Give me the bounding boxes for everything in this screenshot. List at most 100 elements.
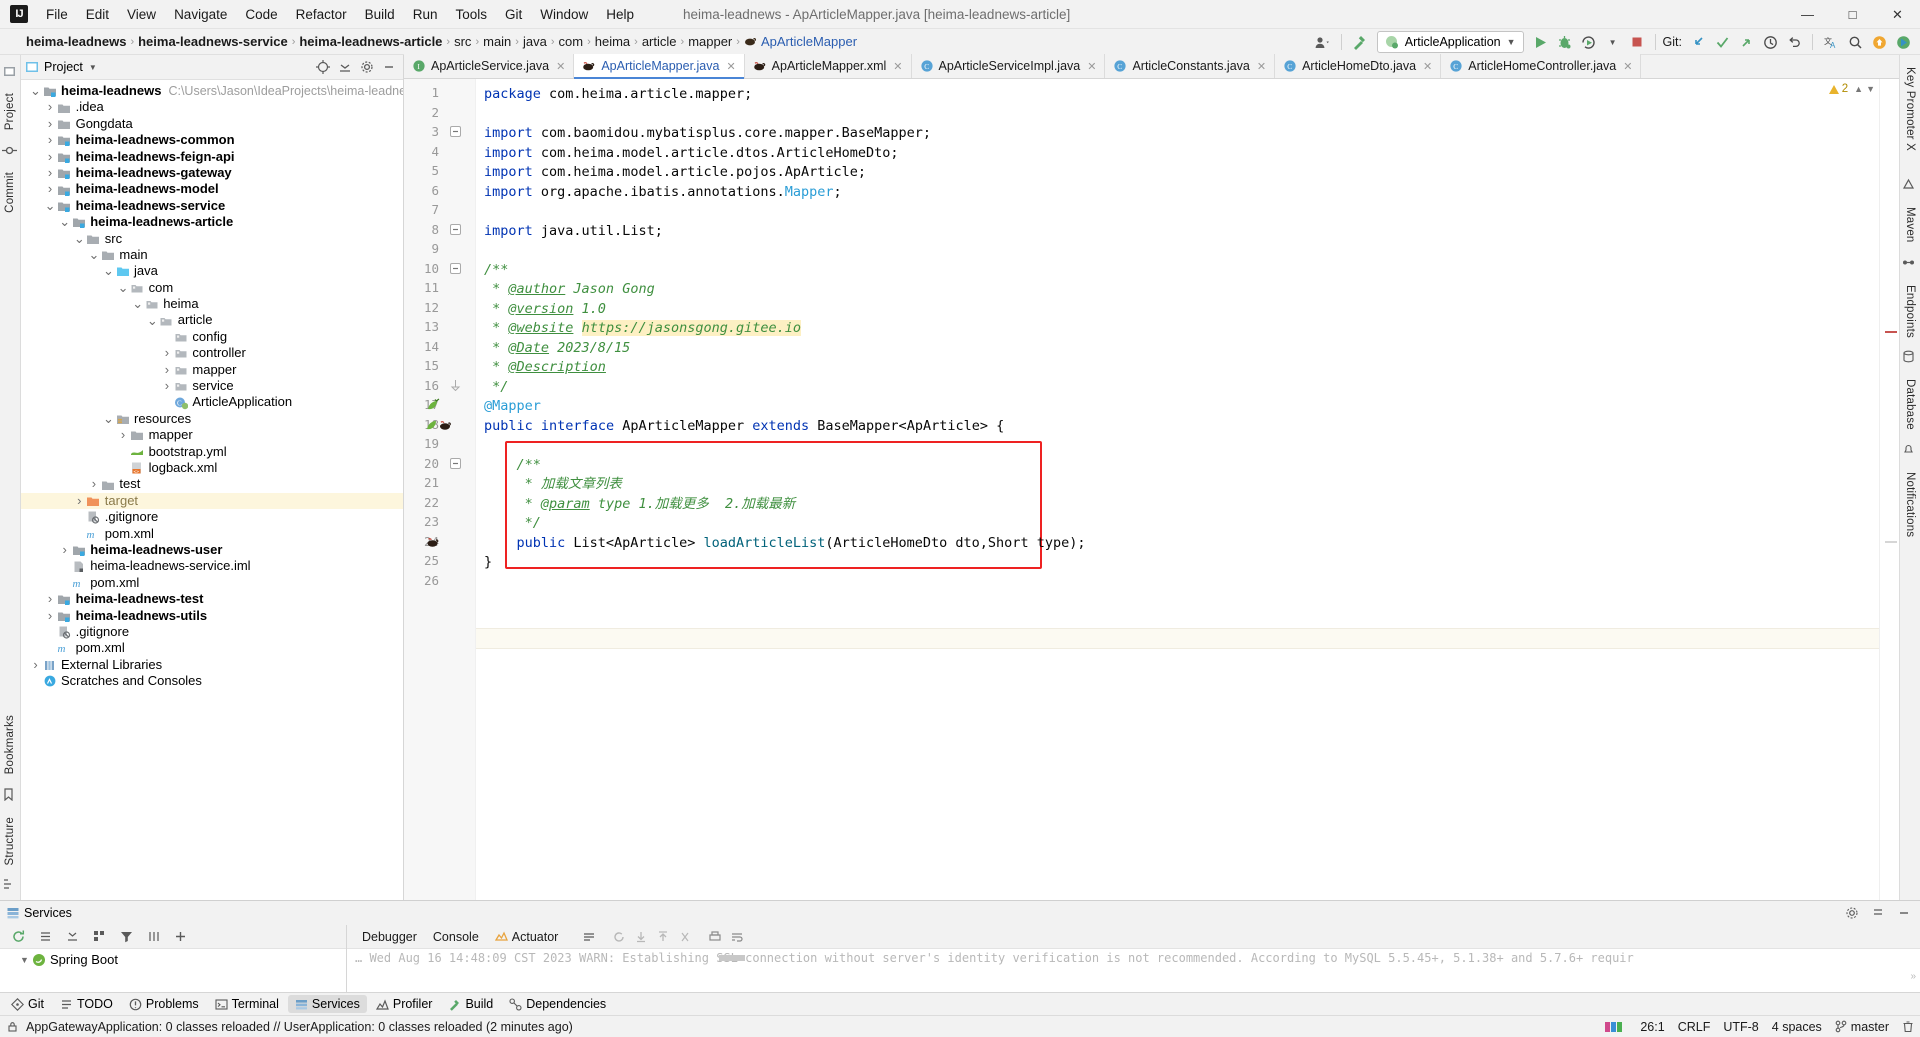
chevron-right-icon[interactable]: › xyxy=(44,116,57,132)
rail-item-project[interactable]: Project xyxy=(4,87,16,136)
close-button[interactable]: ✕ xyxy=(1875,0,1920,29)
tree-item-resources[interactable]: ⌄resources xyxy=(21,411,403,427)
history-icon[interactable] xyxy=(1759,31,1781,53)
print-icon[interactable] xyxy=(705,927,725,947)
rail-item-commit[interactable]: Commit xyxy=(4,166,16,219)
rail-item-endpoints[interactable]: Endpoints xyxy=(1904,279,1916,344)
services-tree-item-spring-boot[interactable]: ▼ Spring Boot xyxy=(0,952,346,968)
mybatis-mapper-icon[interactable] xyxy=(426,535,440,549)
upload-icon[interactable] xyxy=(653,927,673,947)
minimize-panel-icon[interactable] xyxy=(1868,903,1888,923)
indent-setting[interactable]: 4 spaces xyxy=(1772,1020,1822,1034)
tree-item-heima-leadnews-gateway[interactable]: ›heima-leadnews-gateway xyxy=(21,165,403,181)
tree-item-logback-xml[interactable]: <>logback.xml xyxy=(21,460,403,476)
tree-item--gitignore[interactable]: .gitignore xyxy=(21,624,403,640)
tree-item-pom-xml[interactable]: mpom.xml xyxy=(21,575,403,591)
chevron-right-icon[interactable]: › xyxy=(160,345,173,361)
chevron-down-icon[interactable]: ▼ xyxy=(89,63,97,72)
chevron-right-icon[interactable]: › xyxy=(44,99,57,115)
caret-position[interactable]: 26:1 xyxy=(1640,1020,1664,1034)
tree-item-pom-xml[interactable]: mpom.xml xyxy=(21,526,403,542)
gear-icon[interactable] xyxy=(357,57,377,77)
editor-tab-aparticleservice-java[interactable]: IApArticleService.java✕ xyxy=(404,54,574,78)
tree-item-test[interactable]: ›test xyxy=(21,476,403,492)
chevron-right-icon[interactable]: › xyxy=(44,591,57,607)
scroll-from-source-icon[interactable] xyxy=(313,57,333,77)
chevron-down-icon[interactable]: ⌄ xyxy=(44,203,57,209)
translate-icon[interactable]: 文A xyxy=(1820,31,1842,53)
debug-icon[interactable] xyxy=(1554,31,1576,53)
menu-refactor[interactable]: Refactor xyxy=(287,4,356,25)
chevron-right-icon[interactable]: › xyxy=(44,608,57,624)
hide-panel-icon[interactable] xyxy=(379,57,399,77)
chevron-right-icon[interactable]: › xyxy=(44,132,57,148)
notifications-rail-icon[interactable] xyxy=(1902,443,1918,459)
editor-tab-aparticlemapper-java[interactable]: ApArticleMapper.java✕ xyxy=(574,54,744,78)
close-tab-icon[interactable]: ✕ xyxy=(893,60,902,73)
close-tab-icon[interactable]: ✕ xyxy=(1087,60,1096,73)
menu-tools[interactable]: Tools xyxy=(446,4,496,25)
columns-icon[interactable] xyxy=(143,927,163,947)
chevron-down-icon[interactable]: ▼ xyxy=(18,952,31,968)
tree-item-heima-leadnews-user[interactable]: ›heima-leadnews-user xyxy=(21,542,403,558)
endpoints-rail-icon[interactable] xyxy=(1902,256,1918,272)
chevron-down-icon[interactable]: ⌄ xyxy=(131,301,144,307)
clear-icon[interactable] xyxy=(675,927,695,947)
tool-window-button-build[interactable]: Build xyxy=(441,995,500,1013)
breadcrumb-item-com[interactable]: com xyxy=(559,34,584,49)
chevron-right-icon[interactable]: › xyxy=(58,542,71,558)
trash-icon[interactable] xyxy=(1902,1020,1914,1033)
rail-item-database[interactable]: Database xyxy=(1904,373,1916,436)
chevron-down-icon[interactable]: ⌄ xyxy=(73,236,86,242)
git-update-icon[interactable] xyxy=(1687,31,1709,53)
lock-icon[interactable] xyxy=(6,1020,19,1033)
chevron-right-icon[interactable]: › xyxy=(44,149,57,165)
tree-item-heima-leadnews[interactable]: ⌄heima-leadnewsC:\Users\Jason\IdeaProjec… xyxy=(21,83,403,99)
filter-icon[interactable] xyxy=(116,927,136,947)
close-tab-icon[interactable]: ✕ xyxy=(556,60,565,73)
tree-item-heima-leadnews-test[interactable]: ›heima-leadnews-test xyxy=(21,591,403,607)
close-tab-icon[interactable]: ✕ xyxy=(1423,60,1432,73)
memory-indicator[interactable] xyxy=(1605,1021,1627,1033)
chevron-down-icon[interactable]: ⌄ xyxy=(146,318,159,324)
tree-item-article[interactable]: ⌄article xyxy=(21,312,403,328)
chevron-down-icon[interactable]: ▼ xyxy=(1866,84,1875,94)
breadcrumb-item-java[interactable]: java xyxy=(523,34,547,49)
download-icon[interactable] xyxy=(631,927,651,947)
tree-item-articleapplication[interactable]: CArticleApplication xyxy=(21,394,403,410)
menu-window[interactable]: Window xyxy=(531,4,597,25)
chevron-down-icon[interactable]: ⌄ xyxy=(117,285,130,291)
maven-rail-icon[interactable] xyxy=(1902,178,1918,194)
tree-item--idea[interactable]: ›.idea xyxy=(21,99,403,115)
add-icon[interactable] xyxy=(170,927,190,947)
notifications-icon[interactable] xyxy=(1868,31,1890,53)
layout-icon[interactable] xyxy=(579,927,599,947)
wrap-text-icon[interactable] xyxy=(727,927,747,947)
editor-tab-aparticleserviceimpl-java[interactable]: CApArticleServiceImpl.java✕ xyxy=(912,54,1106,78)
search-everywhere-icon[interactable] xyxy=(1844,31,1866,53)
tree-item-pom-xml[interactable]: mpom.xml xyxy=(21,640,403,656)
menu-file[interactable]: File xyxy=(37,4,77,25)
chevron-down-icon[interactable]: ⌄ xyxy=(102,268,115,274)
rollback-icon[interactable] xyxy=(1783,31,1805,53)
user-avatar-icon[interactable] xyxy=(1312,31,1334,53)
tool-window-button-todo[interactable]: TODO xyxy=(53,995,120,1013)
editor-tab-articlehomecontroller-java[interactable]: CArticleHomeController.java✕ xyxy=(1441,54,1641,78)
rail-item-key-promoter[interactable]: Key Promoter X xyxy=(1904,61,1916,157)
git-push-icon[interactable] xyxy=(1735,31,1757,53)
line-separator[interactable]: CRLF xyxy=(1678,1020,1711,1034)
chevron-right-icon[interactable]: › xyxy=(29,657,42,673)
tree-item-heima-leadnews-feign-api[interactable]: ›heima-leadnews-feign-api xyxy=(21,149,403,165)
menu-code[interactable]: Code xyxy=(236,4,286,25)
refresh-icon[interactable] xyxy=(8,927,28,947)
breadcrumb-item-heima-leadnews[interactable]: heima-leadnews xyxy=(26,34,126,49)
editor-tab-articleconstants-java[interactable]: CArticleConstants.java✕ xyxy=(1105,54,1275,78)
gear-icon[interactable] xyxy=(1842,903,1862,923)
collapse-all-icon[interactable] xyxy=(335,57,355,77)
menu-edit[interactable]: Edit xyxy=(77,4,118,25)
inspection-widget[interactable]: 2 ▲ ▼ xyxy=(1829,83,1875,95)
file-encoding[interactable]: UTF-8 xyxy=(1723,1020,1758,1034)
tool-window-button-profiler[interactable]: Profiler xyxy=(369,995,440,1013)
close-tab-icon[interactable]: ✕ xyxy=(1623,60,1632,73)
chevron-right-icon[interactable]: › xyxy=(160,362,173,378)
